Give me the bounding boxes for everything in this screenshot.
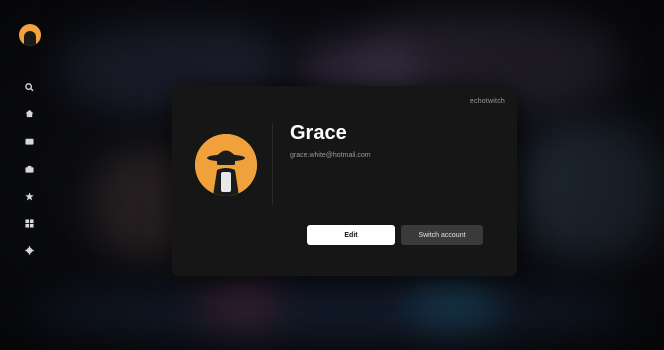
brand-label: echotwitch <box>469 98 505 105</box>
app-logo[interactable] <box>19 24 41 46</box>
account-dialog: echotwitch Grace grace.white@hotmail.com… <box>172 86 517 276</box>
sidebar-nav <box>0 0 60 350</box>
grid-icon[interactable] <box>24 218 34 228</box>
bookmark-icon[interactable] <box>24 164 34 174</box>
spy-avatar-icon <box>195 134 257 196</box>
divider <box>272 124 273 204</box>
profile-email: grace.white@hotmail.com <box>290 152 371 159</box>
tv-icon[interactable] <box>24 136 34 146</box>
edit-button[interactable]: Edit <box>307 225 395 245</box>
star-icon[interactable] <box>24 191 34 201</box>
gear-icon[interactable] <box>24 245 34 255</box>
home-icon[interactable] <box>24 108 34 118</box>
avatar <box>195 134 257 196</box>
profile-name: Grace <box>290 122 347 144</box>
search-icon[interactable] <box>24 82 34 92</box>
switch-account-button[interactable]: Switch account <box>401 225 483 245</box>
